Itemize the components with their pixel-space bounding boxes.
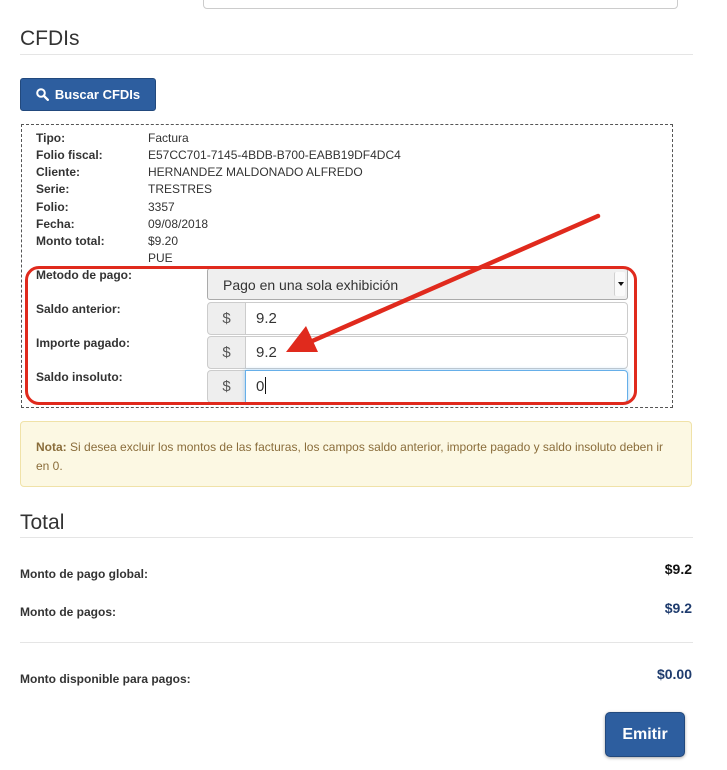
monto-disponible-value: $0.00 <box>656 666 692 682</box>
info-label: Monto total: <box>36 234 105 248</box>
info-value: TRESTRES <box>148 182 213 196</box>
chevron-down-icon <box>614 272 625 296</box>
note-alert: Nota: Si desea excluir los montos de las… <box>20 421 692 487</box>
monto-pagos-label: Monto de pagos: <box>20 605 116 619</box>
search-cfdis-button[interactable]: Buscar CFDIs <box>20 78 156 111</box>
info-value: HERNANDEZ MALDONADO ALFREDO <box>148 165 363 179</box>
info-value: E57CC701-7145-4BDB-B700-EABB19DF4DC4 <box>148 148 401 162</box>
info-label: Folio fiscal: <box>36 148 103 162</box>
saldo-insoluto-value: 0 <box>256 378 265 395</box>
cfdis-title: CFDIs <box>20 27 80 50</box>
search-cfdis-label: Buscar CFDIs <box>54 87 141 102</box>
top-input-field[interactable] <box>203 0 678 9</box>
metodo-pago-select[interactable]: Pago en una sola exhibición <box>207 268 628 300</box>
info-label: Fecha: <box>36 217 75 231</box>
text-caret <box>265 377 267 394</box>
saldo-anterior-input[interactable] <box>245 302 628 335</box>
total-title: Total <box>20 511 65 534</box>
info-label: Serie: <box>36 182 70 196</box>
saldo-insoluto-input[interactable]: 0 <box>245 370 628 403</box>
info-value: 3357 <box>148 200 175 214</box>
importe-pagado-label: Importe pagado: <box>36 336 131 350</box>
currency-addon: $ <box>207 302 246 335</box>
total-divider <box>20 537 693 538</box>
info-label: Folio: <box>36 200 69 214</box>
currency-addon: $ <box>207 336 246 369</box>
info-value: PUE <box>148 251 173 265</box>
currency-addon: $ <box>207 370 246 403</box>
importe-pagado-group: $ <box>207 336 628 369</box>
info-value: $9.20 <box>148 234 179 248</box>
saldo-insoluto-label: Saldo insoluto: <box>36 370 123 384</box>
monto-global-label: Monto de pago global: <box>20 567 148 581</box>
monto-disponible-label: Monto disponible para pagos: <box>20 672 191 686</box>
note-text: Si desea excluir los montos de las factu… <box>36 440 664 473</box>
saldo-anterior-group: $ <box>207 302 628 335</box>
info-label: Tipo: <box>36 131 66 145</box>
emitir-button[interactable]: Emitir <box>605 712 685 757</box>
cfdis-divider <box>20 54 693 55</box>
info-value: 09/08/2018 <box>148 217 209 231</box>
info-label: Cliente: <box>36 165 81 179</box>
monto-global-value: $9.2 <box>664 561 692 577</box>
monto-pagos-value: $9.2 <box>664 600 692 616</box>
saldo-insoluto-group: $ 0 <box>207 370 628 403</box>
search-icon <box>36 88 49 101</box>
metodo-pago-label: Metodo de pago: <box>36 268 132 282</box>
saldo-anterior-label: Saldo anterior: <box>36 302 121 316</box>
importe-pagado-input[interactable] <box>245 336 628 369</box>
note-bold: Nota: <box>36 440 67 454</box>
metodo-pago-selected: Pago en una sola exhibición <box>223 277 399 293</box>
totals-divider <box>20 642 693 643</box>
info-value: Factura <box>148 131 189 145</box>
